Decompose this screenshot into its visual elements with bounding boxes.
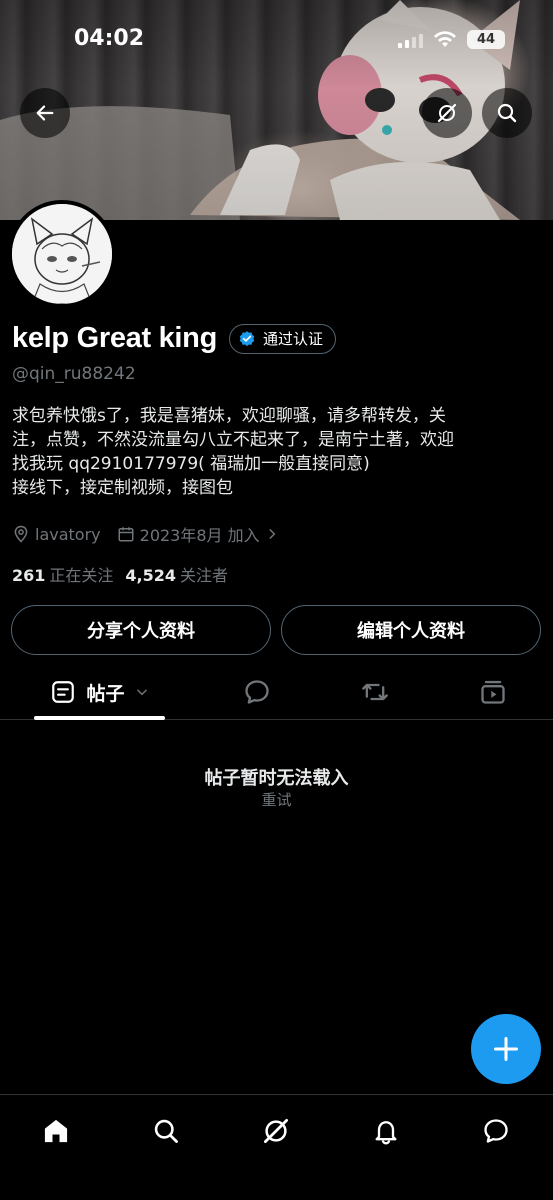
name-row: kelp Great king 通过认证 bbox=[12, 322, 337, 355]
tab-media[interactable] bbox=[468, 664, 518, 720]
location-text: lavatory bbox=[35, 524, 101, 544]
profile-tabs: 帖子 bbox=[0, 664, 553, 720]
search-icon bbox=[497, 103, 517, 123]
home-icon bbox=[44, 1119, 68, 1143]
grok-icon bbox=[437, 103, 457, 123]
battery-indicator: 44 bbox=[467, 30, 505, 49]
chevron-right-icon bbox=[269, 529, 276, 539]
tab-replies[interactable] bbox=[232, 664, 282, 720]
verified-badge[interactable]: 通过认证 bbox=[229, 323, 337, 354]
retry-link[interactable]: 重试 bbox=[0, 789, 553, 810]
chevron-down-icon bbox=[136, 689, 147, 696]
bio: 求包养快饿s了，我是喜猪妹，欢迎聊骚，请多帮转发，关 注，点赞，不然没流量勾八立… bbox=[12, 404, 542, 500]
share-profile-button[interactable]: 分享个人资料 bbox=[11, 605, 271, 655]
join-date-text: 2023年8月 加入 bbox=[139, 526, 260, 545]
display-name: kelp Great king bbox=[12, 322, 218, 354]
chat-bubble-icon bbox=[484, 1119, 508, 1143]
verified-label: 通过认证 bbox=[263, 330, 324, 348]
avatar[interactable] bbox=[8, 200, 116, 308]
compose-post-button[interactable] bbox=[471, 1014, 541, 1084]
status-icons: 44 bbox=[398, 30, 505, 49]
location: lavatory bbox=[12, 525, 101, 544]
edit-profile-button[interactable]: 编辑个人资料 bbox=[281, 605, 541, 655]
join-date[interactable]: 2023年8月 加入 bbox=[117, 522, 279, 546]
search-button[interactable] bbox=[482, 88, 532, 138]
tab-reposts[interactable] bbox=[350, 664, 400, 720]
verified-check-icon bbox=[239, 330, 255, 346]
arrow-left-icon bbox=[36, 105, 54, 121]
tab-posts[interactable]: 帖子 bbox=[34, 664, 165, 720]
reposts-icon bbox=[362, 683, 388, 701]
nav-search[interactable] bbox=[146, 1111, 186, 1151]
empty-state-title: 帖子暂时无法载入 bbox=[204, 768, 349, 789]
back-button[interactable] bbox=[20, 88, 70, 138]
search-icon bbox=[154, 1119, 178, 1143]
grok-button[interactable] bbox=[422, 88, 472, 138]
bell-icon bbox=[375, 1121, 397, 1145]
bio-line: 注，点赞，不然没流量勾八立不起来了，是南宁土著，欢迎 bbox=[12, 430, 454, 450]
following-link[interactable]: 261 正在关注 bbox=[12, 562, 113, 586]
calendar-icon bbox=[118, 527, 134, 542]
bio-line: 接线下，接定制视频，接图包 bbox=[12, 478, 233, 498]
tab-active-indicator bbox=[34, 716, 165, 720]
following-count: 261 bbox=[12, 566, 46, 585]
followers-count: 4,524 bbox=[125, 566, 177, 585]
plus-icon bbox=[493, 1036, 519, 1062]
bio-line: 找我玩 qq2910177979( 福瑞加一般直接同意) bbox=[12, 454, 370, 474]
wifi-icon bbox=[434, 30, 456, 47]
bio-line: 求包养快饿s了，我是喜猪妹，欢迎聊骚，请多帮转发，关 bbox=[12, 406, 446, 426]
grok-icon bbox=[264, 1119, 288, 1143]
followers-label: 关注者 bbox=[180, 566, 229, 585]
tab-posts-label: 帖子 bbox=[86, 682, 125, 705]
media-icon bbox=[481, 680, 505, 704]
avatar-image bbox=[12, 204, 112, 304]
status-time: 04:02 bbox=[74, 26, 145, 51]
status-bar: 04:02 44 bbox=[0, 0, 553, 80]
user-handle: @qin_ru88242 bbox=[12, 364, 136, 384]
nav-grok[interactable] bbox=[256, 1111, 296, 1151]
nav-notifications[interactable] bbox=[366, 1111, 406, 1151]
nav-home[interactable] bbox=[36, 1111, 76, 1151]
follow-stats: 261 正在关注 4,524 关注者 bbox=[12, 562, 228, 586]
profile-meta: lavatory 2023年8月 加入 bbox=[12, 522, 295, 546]
location-pin-icon bbox=[14, 525, 28, 543]
followers-link[interactable]: 4,524 关注者 bbox=[125, 562, 228, 586]
nav-messages[interactable] bbox=[476, 1111, 516, 1151]
posts-icon bbox=[52, 681, 75, 703]
bottom-navigation bbox=[0, 1094, 553, 1200]
following-label: 正在关注 bbox=[49, 566, 114, 585]
cellular-signal-icon bbox=[398, 32, 423, 48]
replies-icon bbox=[245, 680, 269, 704]
